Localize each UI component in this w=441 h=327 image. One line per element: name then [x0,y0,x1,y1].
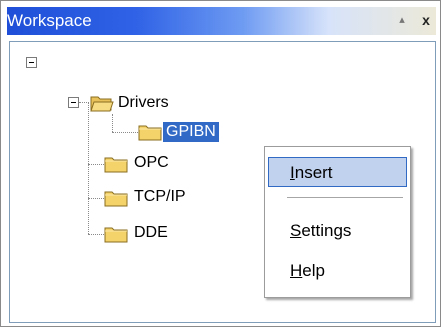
menu-item-label: Insert [290,163,333,182]
root-collapse-icon[interactable] [26,57,37,68]
folder-icon [104,157,128,173]
tree-line [88,102,89,234]
menu-item-label: Settings [290,221,352,240]
tree-node-gpibn[interactable]: GPIBN [163,122,219,142]
tree-node-dde[interactable]: DDE [134,224,168,242]
tree-line [112,132,138,133]
pin-icon[interactable]: ▴ [393,11,411,29]
tree-node-opc[interactable]: OPC [134,154,169,172]
workspace-panel: Workspace ▴ x Drivers GPIBN OPC TCP/IP D… [0,0,441,327]
close-icon[interactable]: x [417,11,435,29]
folder-icon [138,125,162,141]
tree-line [112,114,113,132]
menu-separator [287,197,403,198]
folder-icon [104,191,128,207]
tree-line [88,164,104,165]
tree-line [88,198,104,199]
menu-item-settings[interactable]: Settings [268,215,407,245]
tree-line [79,102,89,103]
folder-open-icon [90,96,114,112]
context-menu: Insert Settings Help [264,146,411,298]
title-bar[interactable]: Workspace ▴ x [7,7,436,35]
tree-line [88,234,104,235]
menu-item-label: Help [290,261,325,280]
menu-item-insert[interactable]: Insert [268,157,407,187]
folder-icon [104,227,128,243]
menu-item-help[interactable]: Help [268,255,407,285]
drivers-collapse-icon[interactable] [68,97,79,108]
tree-node-tcpip[interactable]: TCP/IP [134,188,186,206]
panel-title: Workspace [7,11,92,30]
tree-node-drivers[interactable]: Drivers [118,94,169,112]
